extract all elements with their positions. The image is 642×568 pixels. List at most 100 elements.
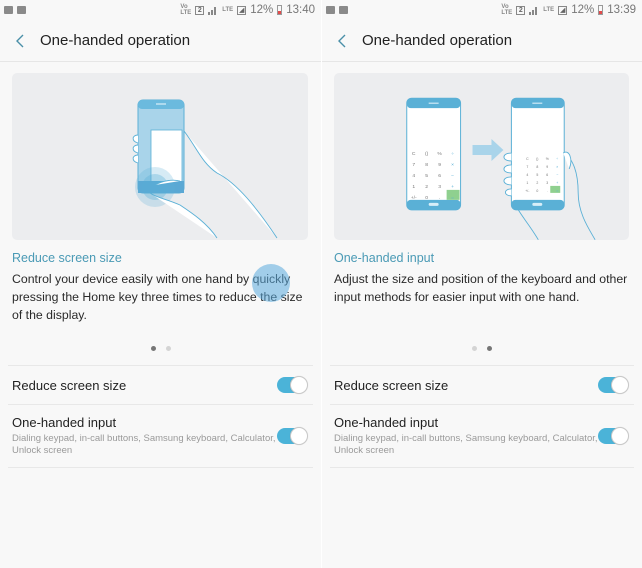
feature-description: Adjust the size and position of the keyb… [334, 272, 628, 304]
page-title: One-handed operation [40, 32, 191, 49]
battery-percent: 12% [250, 4, 274, 16]
setting-sublabel: Dialing keypad, in-call buttons, Samsung… [12, 433, 276, 456]
calc-key: − [451, 173, 454, 179]
page-title: One-handed operation [362, 32, 513, 49]
settings-list: Reduce screen size One-handed input Dial… [330, 365, 634, 468]
wifi-calling-icon [339, 6, 348, 14]
calc-key: 8 [536, 165, 538, 169]
battery-icon [598, 5, 604, 15]
one-handed-input-illustration[interactable]: C()% ÷ 7 8 9 × 4 5 6−1 2 3 + +/- 0. = C()% ÷ 7 8 9 × 4 5 6−1 2 3… [334, 73, 629, 240]
calc-key: 0 [536, 189, 538, 193]
calc-key: × [451, 162, 454, 168]
calc-key: 1 [526, 181, 528, 185]
toggle-knob [290, 427, 308, 445]
phone-hand-illustration [132, 99, 278, 239]
calculator-illustration: C()% ÷7 8 9 ×4 5 6 −1 2 3 ++/- 0. = C()% ÷7 8 9 ×4 5 6 −1 2 3… [406, 97, 596, 240]
status-bar: Vo LTE 2 LTE ◢ 12% 13:40 [0, 0, 321, 20]
calc-key: × [556, 165, 558, 169]
one-handed-input-toggle[interactable] [598, 427, 629, 445]
reduce-screen-size-illustration[interactable] [12, 73, 308, 240]
sim-badge: 2 [516, 5, 526, 15]
battery-percent: 12% [571, 4, 595, 16]
calc-key: 3 [546, 181, 548, 185]
reduce-screen-size-toggle[interactable] [277, 376, 308, 394]
setting-one-handed-input[interactable]: One-handed input Dialing keypad, in-call… [330, 405, 634, 468]
app-bar: One-handed operation [0, 20, 321, 62]
chevron-left-icon [338, 34, 346, 47]
clock: 13:40 [286, 4, 315, 16]
calc-key: () [425, 151, 429, 157]
calc-key: % [437, 151, 442, 157]
toggle-knob [611, 376, 629, 394]
gallery-icon [326, 6, 335, 14]
lte-icon: LTE [222, 7, 234, 13]
page-dot-1[interactable] [472, 346, 477, 351]
setting-reduce-screen-size[interactable]: Reduce screen size [330, 366, 634, 405]
calc-key: − [556, 173, 558, 177]
setting-one-handed-input[interactable]: One-handed input Dialing keypad, in-call… [8, 405, 313, 468]
chevron-left-icon [16, 34, 24, 47]
volte-icon: Vo LTE [501, 4, 513, 16]
sim-badge: 2 [195, 5, 205, 15]
calc-key: 4 [526, 173, 528, 177]
battery-icon [277, 5, 283, 15]
calc-key: 7 [526, 165, 528, 169]
toggle-knob [290, 376, 308, 394]
page-dot-1[interactable] [150, 346, 156, 351]
wifi-calling-icon [17, 6, 26, 14]
calc-key: = [556, 189, 558, 193]
calc-key: % [546, 157, 549, 161]
calc-key: ÷ [451, 151, 454, 157]
signal-2-icon: ◢ [237, 5, 247, 15]
calc-key: 0 [425, 195, 428, 201]
calc-key: C [412, 151, 416, 157]
calc-key: 1 [412, 184, 415, 190]
setting-reduce-screen-size[interactable]: Reduce screen size [8, 366, 313, 405]
setting-label: One-handed input [334, 415, 439, 430]
screen-one-handed-input: Vo LTE 2 LTE ◢ 12% 13:39 One-handed opera… [321, 0, 642, 568]
setting-label: Reduce screen size [12, 377, 127, 393]
feature-title: One-handed input [334, 251, 435, 265]
signal-icon [208, 6, 218, 15]
calc-key: 9 [438, 162, 441, 168]
toggle-knob [611, 427, 629, 445]
status-bar: Vo LTE 2 LTE ◢ 12% 13:39 [322, 0, 642, 20]
setting-label: Reduce screen size [334, 377, 449, 393]
calc-key: + [451, 184, 454, 190]
calc-key: 4 [412, 173, 415, 179]
calc-key: + [556, 181, 558, 185]
calc-key: . [439, 195, 440, 201]
feature-title: Reduce screen size [12, 251, 122, 265]
settings-list: Reduce screen size One-handed input Dial… [8, 365, 313, 468]
calc-key: 7 [412, 162, 415, 168]
page-dot-2[interactable] [487, 346, 492, 351]
gallery-icon [4, 6, 13, 14]
calc-key: 9 [546, 165, 548, 169]
lte-icon: LTE [543, 7, 555, 13]
one-handed-input-toggle[interactable] [277, 427, 308, 445]
calc-key: +/- [525, 189, 529, 193]
calc-key: ÷ [556, 157, 558, 161]
setting-label: One-handed input [12, 415, 117, 430]
page-indicator [322, 346, 642, 351]
watermark-logo [252, 264, 290, 302]
app-bar: One-handed operation [322, 20, 642, 62]
calc-key: 6 [546, 173, 548, 177]
calc-key: 2 [425, 184, 428, 190]
back-button[interactable] [332, 31, 352, 51]
calc-key: 2 [536, 181, 538, 185]
calc-key: +/- [411, 195, 417, 201]
clock: 13:39 [607, 4, 636, 16]
calc-key: 5 [425, 173, 428, 179]
page-indicator [0, 346, 321, 351]
screen-reduce-screen-size: Vo LTE 2 LTE ◢ 12% 13:40 One-handed opera… [0, 0, 321, 568]
back-button[interactable] [10, 31, 30, 51]
setting-sublabel: Dialing keypad, in-call buttons, Samsung… [334, 433, 598, 456]
signal-icon [529, 6, 539, 15]
reduce-screen-size-toggle[interactable] [598, 376, 629, 394]
calc-key: 6 [438, 173, 441, 179]
calc-key: = [451, 195, 454, 201]
volte-icon: Vo LTE [180, 4, 192, 16]
signal-2-icon: ◢ [558, 5, 568, 15]
page-dot-2[interactable] [165, 346, 171, 351]
